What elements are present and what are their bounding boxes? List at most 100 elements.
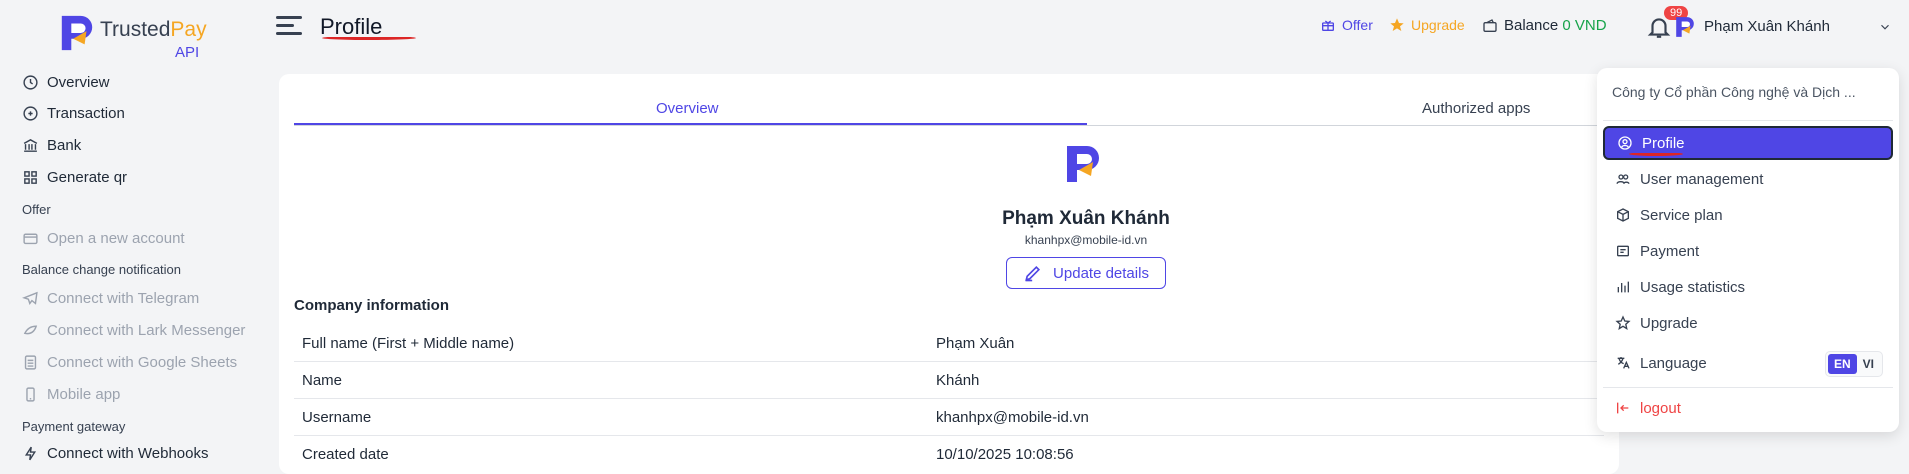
sheets-icon <box>24 354 37 370</box>
wallet-icon <box>1483 18 1497 32</box>
company-info-title: Company information <box>294 297 450 314</box>
row-value: Khánh <box>936 372 980 389</box>
sidebar-item-lark[interactable]: Connect with Lark Messenger <box>22 317 247 343</box>
row-value: khanhpx@mobile-id.vn <box>936 409 1089 426</box>
profile-tabs: Overview Authorized apps <box>294 96 1604 126</box>
receipt-icon <box>1617 245 1629 257</box>
user-avatar-icon[interactable] <box>1674 16 1696 38</box>
star-icon <box>1390 18 1404 31</box>
section-payment-gateway: Payment gateway <box>22 419 126 434</box>
table-row: Username khanhpx@mobile-id.vn <box>294 399 1604 436</box>
lang-vi-option[interactable]: VI <box>1857 354 1880 374</box>
sidebar-item-label: Overview <box>47 73 110 91</box>
menu-item-label: Profile <box>1642 134 1685 152</box>
menu-item-label: Payment <box>1640 242 1700 260</box>
menu-item-logout[interactable]: logout <box>1603 391 1893 425</box>
row-value: 10/10/2025 10:08:56 <box>936 446 1074 463</box>
sidebar-item-label: Connect with Lark Messenger <box>47 321 246 339</box>
table-row: Full name (First + Middle name) Phạm Xuân <box>294 325 1604 362</box>
divider <box>1603 120 1893 121</box>
sidebar-item-webhooks[interactable]: Connect with Webhooks <box>22 440 208 466</box>
profile-avatar-icon <box>1067 146 1099 182</box>
user-circle-icon <box>1618 136 1632 150</box>
telegram-icon <box>22 291 38 305</box>
users-icon <box>1616 174 1630 185</box>
sidebar-item-label: Generate qr <box>47 168 128 186</box>
menu-item-upgrade[interactable]: Upgrade <box>1603 306 1893 340</box>
mobile-icon <box>26 386 35 402</box>
menu-item-label: Service plan <box>1640 206 1723 224</box>
tab-authorized-apps[interactable]: Authorized apps <box>1422 100 1530 117</box>
transaction-icon <box>23 105 38 121</box>
sidebar-item-google-sheets[interactable]: Connect with Google Sheets <box>22 349 237 375</box>
tab-overview[interactable]: Overview <box>656 100 719 117</box>
table-row: Name Khánh <box>294 362 1604 399</box>
language-label: Language <box>1640 354 1707 372</box>
upgrade-link[interactable]: Upgrade <box>1389 17 1465 33</box>
balance-value: 0 VND <box>1562 17 1607 34</box>
bank-icon <box>23 138 38 152</box>
user-name[interactable]: Phạm Xuân Khánh <box>1704 18 1830 35</box>
lang-en-option[interactable]: EN <box>1827 354 1857 374</box>
sidebar-item-label: Mobile app <box>47 385 121 403</box>
pencil-icon <box>1025 265 1041 282</box>
update-details-label: Update details <box>1053 264 1149 282</box>
sidebar-item-generate-qr[interactable]: Generate qr <box>22 164 127 190</box>
clock-icon <box>23 74 38 90</box>
company-name: Công ty Cổ phần Công nghệ và Dịch ... <box>1612 84 1856 100</box>
menu-item-usage-statistics[interactable]: Usage statistics <box>1603 270 1893 304</box>
brand-sub: API <box>175 44 200 61</box>
menu-item-label: Usage statistics <box>1640 278 1746 296</box>
sidebar-item-label: Connect with Telegram <box>47 289 200 307</box>
menu-item-user-management[interactable]: User management <box>1603 162 1893 196</box>
translate-icon <box>1617 357 1630 369</box>
company-info-table: Full name (First + Middle name) Phạm Xuân… <box>294 325 1604 473</box>
sidebar-item-label: Connect with Google Sheets <box>47 353 238 371</box>
user-dropdown-menu: Công ty Cổ phần Công nghệ và Dịch ... Pr… <box>1597 68 1899 432</box>
balance-label: Balance <box>1504 17 1559 34</box>
box-icon <box>1617 208 1629 222</box>
logout-icon <box>1617 402 1629 414</box>
offer-link[interactable]: Offer <box>1320 17 1373 33</box>
sidebar-item-bank[interactable]: Bank <box>22 132 81 158</box>
update-details-button[interactable]: Update details <box>1006 257 1166 289</box>
menu-item-language: Language EN VI <box>1603 346 1893 380</box>
menu-toggle-icon[interactable] <box>276 16 302 38</box>
sidebar-item-telegram[interactable]: Connect with Telegram <box>22 285 199 311</box>
annotation-underline <box>322 36 416 40</box>
row-key: Name <box>302 372 343 389</box>
trustedpay-logo-icon <box>61 15 93 51</box>
menu-item-label: Upgrade <box>1640 314 1698 332</box>
active-tab-indicator <box>294 123 1087 125</box>
menu-item-payment[interactable]: Payment <box>1603 234 1893 268</box>
gift-icon <box>1322 20 1334 31</box>
brand-name: TrustedPay <box>100 18 207 41</box>
logout-label: logout <box>1640 399 1681 417</box>
brand-logo[interactable]: TrustedPay API <box>58 12 218 62</box>
sidebar-item-label: Bank <box>47 136 82 154</box>
annotation-underline <box>1629 152 1683 156</box>
language-toggle[interactable]: EN VI <box>1824 351 1883 377</box>
section-balance: Balance change notification <box>22 262 182 277</box>
row-value: Phạm Xuân <box>936 335 1015 352</box>
chevron-down-icon[interactable] <box>1878 20 1892 34</box>
top-bar: Profile Offer Upgrade Balance 0 VND 99 P… <box>262 0 1909 56</box>
lark-icon <box>23 325 38 334</box>
divider <box>1603 387 1893 388</box>
menu-item-service-plan[interactable]: Service plan <box>1603 198 1893 232</box>
balance[interactable]: Balance 0 VND <box>1482 17 1607 34</box>
row-key: Username <box>302 409 372 426</box>
sidebar-item-mobile-app[interactable]: Mobile app <box>22 381 120 407</box>
row-key: Created date <box>302 446 389 463</box>
upgrade-label: Upgrade <box>1411 17 1465 33</box>
qr-icon <box>24 170 37 184</box>
menu-item-label: User management <box>1640 170 1764 188</box>
sidebar-item-label: Transaction <box>47 104 125 122</box>
sidebar-item-overview[interactable]: Overview <box>22 69 110 95</box>
row-key: Full name (First + Middle name) <box>302 335 515 352</box>
sidebar-item-transaction[interactable]: Transaction <box>22 100 125 126</box>
offer-label: Offer <box>1342 17 1373 33</box>
table-row: Created date 10/10/2025 10:08:56 <box>294 436 1604 473</box>
bar-chart-icon <box>1617 281 1629 293</box>
star-outline-icon <box>1615 315 1631 330</box>
